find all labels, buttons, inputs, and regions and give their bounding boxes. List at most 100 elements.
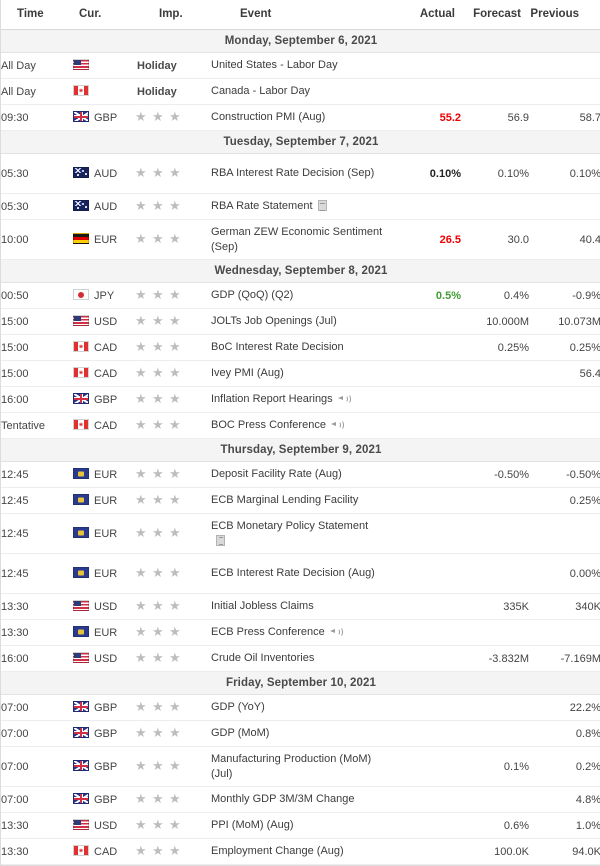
star-icon: ★ (169, 339, 181, 354)
event-time: 15:00 (1, 308, 73, 335)
event-row[interactable]: 16:00 GBP ★ ★ ★ Inflation Report Hearings (1, 386, 600, 413)
event-actual (391, 553, 461, 594)
event-description[interactable]: Inflation Report Hearings (211, 386, 391, 413)
currency-code: USD (94, 820, 118, 832)
event-importance: ★ ★ ★ (135, 786, 211, 813)
flag-icon-european-union (73, 527, 89, 538)
event-description[interactable]: Ivey PMI (Aug) (211, 360, 391, 387)
previous-value: 94.0K (572, 845, 600, 858)
event-description[interactable]: Employment Change (Aug) (211, 838, 391, 865)
speaker-icon[interactable] (329, 626, 343, 637)
event-description[interactable]: Canada - Labor Day (211, 78, 391, 105)
event-description[interactable]: GDP (MoM) (211, 720, 391, 747)
star-icon: ★ (169, 417, 181, 432)
event-time: 13:30 (1, 593, 73, 620)
importance-stars: ★ ★ ★ (135, 650, 186, 665)
event-forecast (461, 78, 529, 105)
currency-code: EUR (94, 627, 118, 639)
column-header-actual[interactable]: Actual (391, 0, 461, 30)
event-description[interactable]: German ZEW Economic Sentiment (Sep) (211, 219, 391, 260)
star-icon: ★ (135, 365, 147, 380)
event-row[interactable]: 10:00 EUR ★ ★ ★ German ZEW Economic Sentiment… (1, 219, 600, 260)
event-actual (391, 720, 461, 747)
star-icon: ★ (135, 758, 147, 773)
column-header-time[interactable]: Time (1, 0, 73, 30)
importance-stars: ★ ★ ★ (135, 392, 186, 406)
document-icon[interactable] (317, 200, 327, 211)
speaker-icon[interactable] (337, 393, 351, 404)
event-row[interactable]: 15:00 USD ★ ★ ★ JOLTs Job Openings (Jul) 10.00… (1, 308, 600, 335)
event-row[interactable]: 07:00 GBP ★ ★ ★ Monthly GDP 3M/3M Change 4.8% (1, 786, 600, 813)
event-description[interactable]: BOC Press Conference (211, 412, 391, 439)
event-row[interactable]: All Day Holiday Canada - Labor Day (1, 78, 600, 105)
star-icon: ★ (152, 466, 164, 481)
event-row[interactable]: 13:30 USD ★ ★ ★ PPI (MoM) (Aug) 0.6% 1.0% (1, 812, 600, 839)
event-name: Deposit Facility Rate (Aug) (211, 468, 342, 480)
column-header-currency[interactable]: Cur. (73, 0, 135, 30)
event-row[interactable]: 15:00 CAD ★ ★ ★ BoC Interest Rate Decision 0.2… (1, 334, 600, 361)
event-description[interactable]: Monthly GDP 3M/3M Change (211, 786, 391, 813)
star-icon: ★ (169, 231, 181, 246)
event-forecast: 335K (461, 593, 529, 620)
event-description[interactable]: ECB Interest Rate Decision (Aug) (211, 553, 391, 594)
event-actual (391, 838, 461, 865)
event-row[interactable]: 09:30 GBP ★ ★ ★ Construction PMI (Aug) 55.2 56.… (1, 104, 600, 131)
event-forecast (461, 193, 529, 220)
event-row[interactable]: Tentative CAD ★ ★ ★ BOC Press Conference (1, 412, 600, 439)
economic-calendar: Time Cur. Imp. Event Actual Forecast Pre… (0, 0, 600, 866)
event-row[interactable]: 12:45 EUR ★ ★ ★ ECB Marginal Lending Facility… (1, 487, 600, 514)
event-description[interactable]: Initial Jobless Claims (211, 593, 391, 620)
event-description[interactable]: United States - Labor Day (211, 52, 391, 79)
event-description[interactable]: ECB Marginal Lending Facility (211, 487, 391, 514)
event-description[interactable]: GDP (YoY) (211, 694, 391, 721)
event-description[interactable]: Crude Oil Inventories (211, 645, 391, 672)
event-importance: ★ ★ ★ (135, 193, 211, 220)
importance-stars: ★ ★ ★ (135, 818, 186, 832)
event-row[interactable]: 07:00 GBP ★ ★ ★ GDP (MoM) 0.8% (1, 720, 600, 747)
event-row[interactable]: All Day Holiday United States - Labor Day (1, 52, 600, 79)
event-name: GDP (MoM) (211, 727, 270, 739)
star-icon: ★ (169, 650, 181, 665)
event-description[interactable]: JOLTs Job Openings (Jul) (211, 308, 391, 335)
event-row[interactable]: 00:50 JPY ★ ★ ★ GDP (QoQ) (Q2) 0.5% 0.4% -0.9% (1, 282, 600, 309)
event-actual: 26.5 (391, 219, 461, 260)
event-row[interactable]: 05:30 AUD ★ ★ ★ RBA Interest Rate Decision (S… (1, 153, 600, 194)
event-time: 07:00 (1, 786, 73, 813)
event-description[interactable]: BoC Interest Rate Decision (211, 334, 391, 361)
event-time: 07:00 (1, 746, 73, 787)
event-row[interactable]: 13:30 CAD ★ ★ ★ Employment Change (Aug) 100.0K… (1, 838, 600, 865)
event-forecast (461, 619, 529, 646)
event-row[interactable]: 05:30 AUD ★ ★ ★ RBA Rate Statement (1, 193, 600, 220)
event-row[interactable]: 07:00 GBP ★ ★ ★ GDP (YoY) 22.2% (1, 694, 600, 721)
event-row[interactable]: 13:30 USD ★ ★ ★ Initial Jobless Claims 335K 340… (1, 593, 600, 620)
event-description[interactable]: ECB Press Conference (211, 619, 391, 646)
event-description[interactable]: RBA Rate Statement (211, 193, 391, 220)
event-description[interactable]: ECB Monetary Policy Statement (211, 513, 391, 554)
event-row[interactable]: 16:00 USD ★ ★ ★ Crude Oil Inventories -3.832M -… (1, 645, 600, 672)
column-header-previous[interactable]: Previous (529, 0, 600, 30)
event-row[interactable]: 13:30 EUR ★ ★ ★ ECB Press Conference (1, 619, 600, 646)
event-description[interactable]: Construction PMI (Aug) (211, 104, 391, 131)
event-description[interactable]: PPI (MoM) (Aug) (211, 812, 391, 839)
star-icon: ★ (135, 198, 147, 213)
event-description[interactable]: Manufacturing Production (MoM) (Jul) (211, 746, 391, 787)
column-header-importance[interactable]: Imp. (135, 0, 211, 30)
event-row[interactable]: 12:45 EUR ★ ★ ★ Deposit Facility Rate (Aug) -0… (1, 461, 600, 488)
event-previous (529, 78, 600, 105)
event-previous: 40.4 (529, 219, 600, 260)
previous-value: -0.9% (572, 289, 600, 302)
document-icon[interactable] (216, 534, 225, 546)
column-header-forecast[interactable]: Forecast (461, 0, 529, 30)
column-header-event[interactable]: Event (211, 0, 391, 30)
event-row[interactable]: 12:45 EUR ★ ★ ★ ECB Interest Rate Decision (A… (1, 553, 600, 594)
star-icon: ★ (152, 287, 164, 302)
header-row: Time Cur. Imp. Event Actual Forecast Pre… (1, 0, 600, 30)
event-row[interactable]: 12:45 EUR ★ ★ ★ ECB Monetary Policy Statement (1, 513, 600, 554)
event-description[interactable]: GDP (QoQ) (Q2) (211, 282, 391, 309)
speaker-icon[interactable] (330, 419, 344, 430)
event-description[interactable]: Deposit Facility Rate (Aug) (211, 461, 391, 488)
currency-code: GBP (94, 702, 118, 714)
event-description[interactable]: RBA Interest Rate Decision (Sep) (211, 153, 391, 194)
event-row[interactable]: 15:00 CAD ★ ★ ★ Ivey PMI (Aug) 56.4 (1, 360, 600, 387)
event-row[interactable]: 07:00 GBP ★ ★ ★ Manufacturing Production (MoM… (1, 746, 600, 787)
